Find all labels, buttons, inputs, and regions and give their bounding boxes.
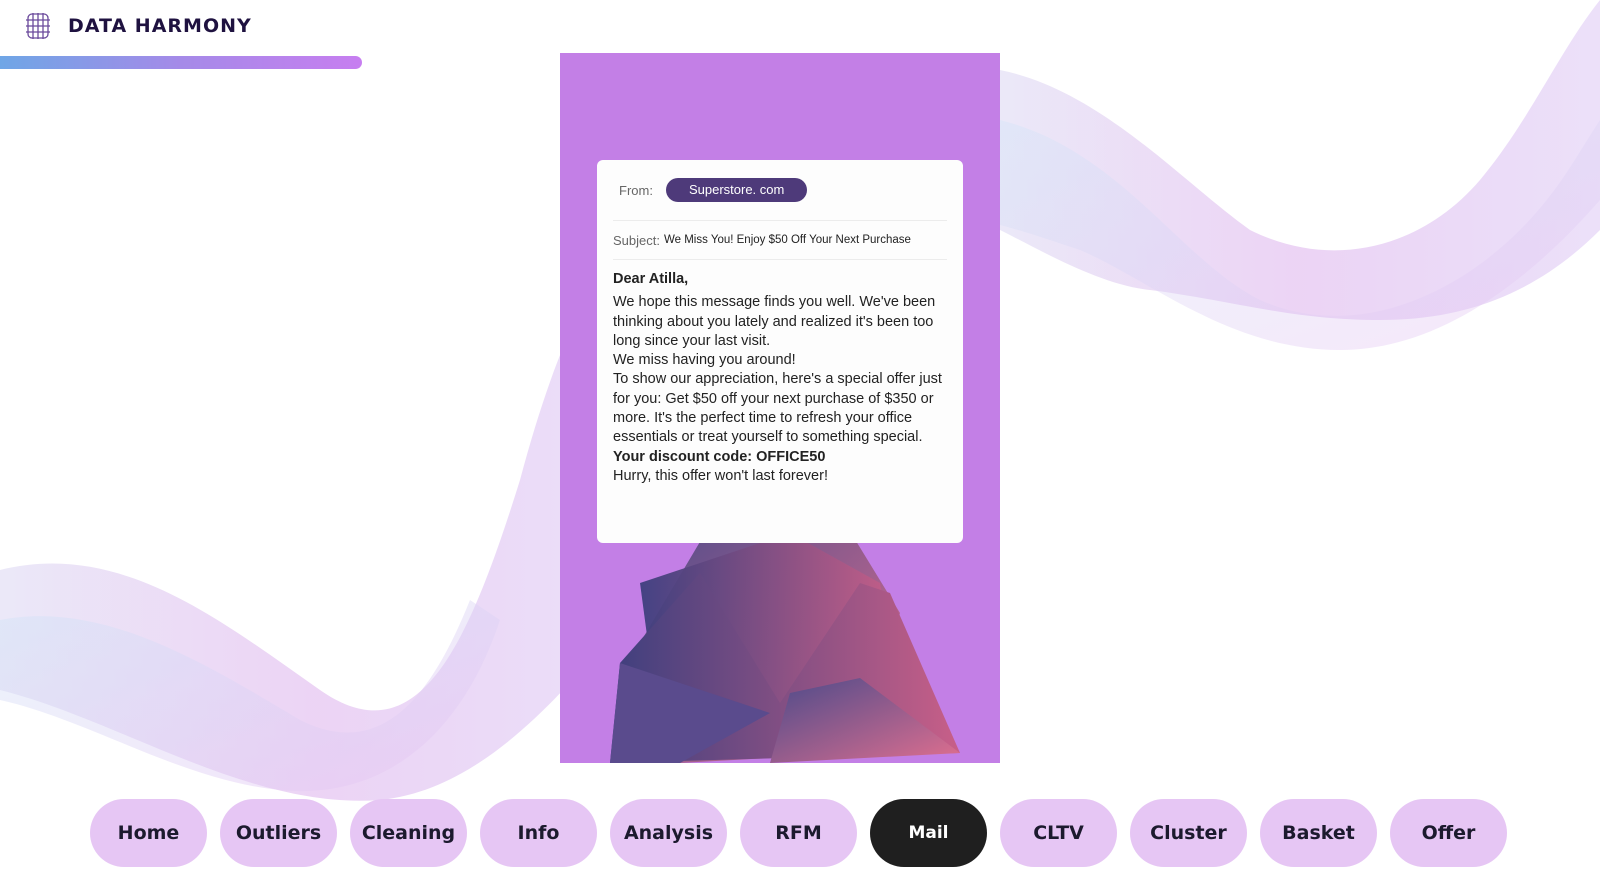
brand-accent-bar bbox=[0, 56, 362, 69]
brand: DATA HARMONY bbox=[22, 10, 252, 42]
email-paragraph: To show our appreciation, here's a speci… bbox=[613, 371, 942, 446]
email-paragraph: We hope this message finds you well. We'… bbox=[613, 294, 936, 349]
sender-badge: Superstore. com bbox=[665, 178, 808, 202]
discount-code-line: Your discount code: OFFICE50 bbox=[613, 448, 826, 465]
nav-cleaning-button[interactable]: Cleaning bbox=[350, 799, 467, 867]
from-row: From: Superstore. com bbox=[613, 160, 947, 221]
brand-title: DATA HARMONY bbox=[68, 15, 252, 37]
nav-cluster-button[interactable]: Cluster bbox=[1130, 799, 1247, 867]
nav-analysis-button[interactable]: Analysis bbox=[610, 799, 727, 867]
nav-outliers-button[interactable]: Outliers bbox=[220, 799, 337, 867]
subject-label: Subject: bbox=[613, 232, 660, 248]
nav-cltv-button[interactable]: CLTV bbox=[1000, 799, 1117, 867]
nav-mail-button[interactable]: Mail bbox=[870, 799, 987, 867]
grid-cube-icon bbox=[26, 13, 50, 39]
nav-rfm-button[interactable]: RFM bbox=[740, 799, 857, 867]
email-paragraph: We miss having you around! bbox=[613, 352, 796, 369]
page-navigation: Home Outliers Cleaning Info Analysis RFM… bbox=[90, 799, 1507, 867]
nav-basket-button[interactable]: Basket bbox=[1260, 799, 1377, 867]
email-greeting: Dear Atilla, bbox=[613, 271, 689, 287]
nav-offer-button[interactable]: Offer bbox=[1390, 799, 1507, 867]
email-closing: Hurry, this offer won't last forever! bbox=[613, 467, 828, 484]
email-preview: From: Superstore. com Subject: We Miss Y… bbox=[597, 160, 963, 543]
email-body: Dear Atilla, We hope this message finds … bbox=[613, 260, 947, 486]
nav-home-button[interactable]: Home bbox=[90, 799, 207, 867]
mail-card: From: Superstore. com Subject: We Miss Y… bbox=[560, 53, 1000, 763]
subject-text: We Miss You! Enjoy $50 Off Your Next Pur… bbox=[663, 234, 911, 246]
from-label: From: bbox=[619, 182, 653, 198]
subject-row: Subject: We Miss You! Enjoy $50 Off Your… bbox=[613, 221, 947, 260]
nav-info-button[interactable]: Info bbox=[480, 799, 597, 867]
